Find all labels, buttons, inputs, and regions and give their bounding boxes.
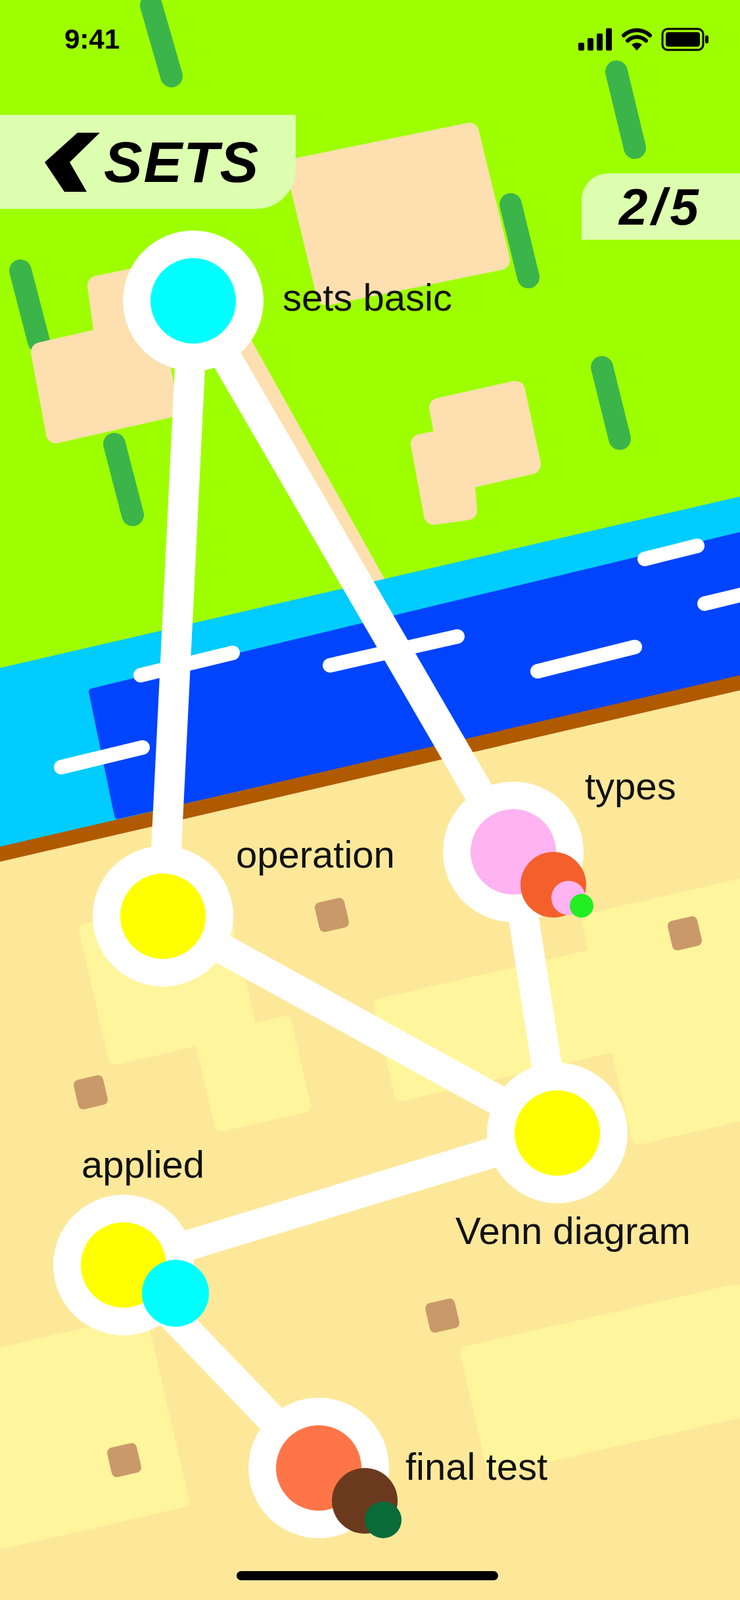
back-button[interactable]: SETS	[0, 115, 296, 209]
clock: 9:41	[64, 25, 120, 54]
level-map-screen: sets basic types operation Venn diagram appl…	[0, 0, 740, 1600]
node-label: final test	[405, 1448, 548, 1487]
node-badge	[569, 894, 594, 919]
node-dot	[150, 258, 236, 344]
path-line	[162, 300, 194, 917]
back-label: SETS	[103, 133, 260, 192]
node-label: applied	[81, 1146, 205, 1185]
node-badge	[141, 1260, 209, 1328]
node-label: operation	[235, 835, 395, 875]
node-label: Venn diagram	[455, 1212, 691, 1251]
progress-count: 2/5	[619, 181, 703, 233]
path-line	[193, 300, 514, 853]
chevron-left-icon	[44, 132, 100, 192]
status-bar: 9:41	[0, 0, 740, 79]
progress-badge: 2/5	[581, 173, 740, 240]
wifi-icon	[621, 28, 652, 51]
node-label: types	[584, 767, 677, 806]
signal-icon	[578, 28, 613, 51]
node-dot	[120, 874, 206, 960]
home-indicator	[236, 1572, 499, 1582]
level-node[interactable]	[122, 230, 264, 372]
level-node[interactable]	[486, 1063, 628, 1204]
level-node[interactable]	[92, 846, 234, 988]
level-nodes: sets basic types operation Venn diagram appl…	[0, 0, 740, 1600]
status-icons	[578, 27, 710, 52]
node-dot	[514, 1090, 601, 1177]
battery-icon	[661, 27, 710, 52]
node-badge	[364, 1502, 402, 1540]
node-label: sets basic	[282, 278, 453, 317]
